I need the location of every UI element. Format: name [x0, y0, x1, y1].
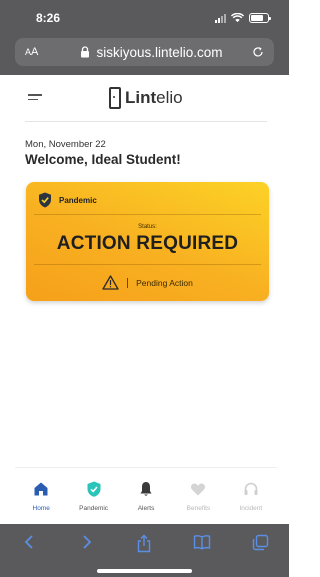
share-button[interactable]	[134, 534, 154, 554]
share-icon	[138, 534, 151, 553]
menu-icon[interactable]	[28, 94, 42, 103]
logo-mark-icon	[109, 87, 121, 109]
bookmarks-button[interactable]	[192, 534, 212, 554]
app-header: Lintelio	[25, 84, 267, 122]
browser-top-chrome: 8:26 AA siskiyous.lintelio.com	[0, 0, 289, 75]
card-divider-bottom	[34, 264, 261, 265]
book-icon	[194, 535, 211, 550]
wifi-icon	[231, 13, 244, 23]
bell-icon	[140, 482, 152, 496]
shield-check-icon	[39, 192, 51, 208]
chevron-right-icon	[83, 535, 91, 549]
status-value: ACTION REQUIRED	[56, 233, 239, 254]
signal-icon	[215, 13, 226, 23]
address-bar[interactable]: AA siskiyous.lintelio.com	[15, 38, 274, 66]
card-header: Pandemic	[38, 192, 97, 208]
pending-action-text: Pending Action	[136, 277, 193, 288]
status-icons	[215, 13, 271, 23]
heart-icon	[191, 483, 206, 496]
url-text: siskiyous.lintelio.com	[96, 44, 223, 60]
tab-benefits[interactable]: Benefits	[172, 468, 224, 519]
home-indicator	[97, 569, 192, 573]
brand-name: Lintelio	[125, 88, 183, 107]
current-date: Mon, November 22	[25, 139, 106, 150]
home-icon	[34, 482, 48, 496]
card-category: Pandemic	[59, 195, 97, 205]
tab-home[interactable]: Home	[15, 468, 67, 519]
battery-icon	[249, 13, 271, 23]
forward-button[interactable]	[77, 534, 97, 554]
status-label: Status:	[138, 224, 157, 230]
tabs-icon	[252, 534, 268, 551]
tab-alerts[interactable]: Alerts	[120, 468, 172, 519]
tab-incident[interactable]: Incident	[225, 468, 277, 519]
tab-label-alerts: Alerts	[137, 505, 155, 512]
lock-icon	[81, 46, 90, 58]
tab-label-pandemic: Pandemic	[79, 505, 109, 512]
status-bar: 8:26	[0, 0, 289, 36]
tab-label-incident: Incident	[239, 505, 263, 512]
tab-label-benefits: Benefits	[186, 505, 211, 512]
status-time: 8:26	[36, 11, 61, 25]
tabs-button[interactable]	[250, 534, 270, 554]
warning-icon	[102, 275, 119, 290]
chevron-left-icon	[24, 535, 33, 549]
brand-logo: Lintelio	[109, 87, 183, 109]
pending-action-row: Pending Action	[26, 275, 269, 290]
headset-icon	[244, 482, 258, 495]
back-button[interactable]	[19, 534, 39, 554]
card-divider-top	[34, 214, 261, 215]
bottom-tab-bar: Home Pandemic Alerts Benefits Incident	[15, 467, 277, 519]
welcome-heading: Welcome, Ideal Student!	[25, 152, 181, 167]
tab-pandemic[interactable]: Pandemic	[67, 468, 119, 519]
separator	[127, 277, 129, 288]
shield-check-icon	[87, 481, 101, 497]
reload-icon[interactable]	[252, 46, 264, 58]
pandemic-status-card[interactable]: Pandemic Status: ACTION REQUIRED Pending…	[26, 182, 269, 301]
tab-label-home: Home	[32, 505, 50, 512]
